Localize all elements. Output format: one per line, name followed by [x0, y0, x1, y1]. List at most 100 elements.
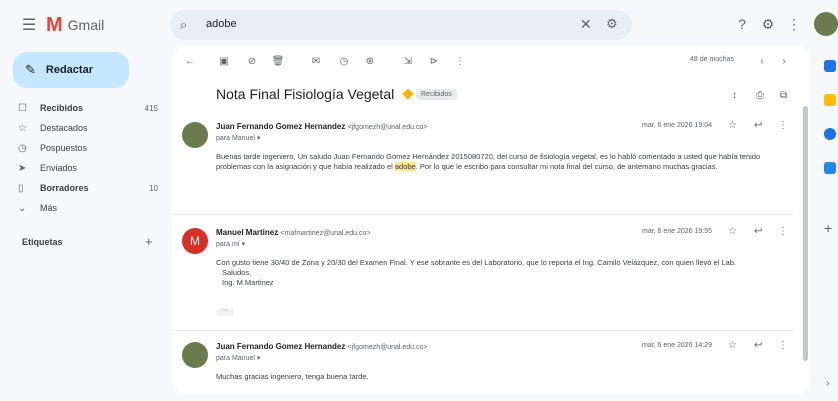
- divider: [172, 330, 794, 331]
- star-icon: ☆: [18, 122, 27, 134]
- search-bar[interactable]: ⌕ adobe ✕ ⚙: [170, 10, 632, 40]
- pencil-icon: ✎: [25, 62, 36, 77]
- compose-label: Redactar: [45, 64, 93, 76]
- clear-search-icon[interactable]: ✕: [580, 16, 592, 33]
- body-text: . Por lo que le escribo para consultar m…: [415, 162, 718, 171]
- inbox-icon: ☐: [18, 102, 27, 114]
- divider: [172, 214, 794, 215]
- body-text: Con gusto tiene 30/40 de Zona y 20/30 de…: [216, 258, 737, 267]
- more-options-icon[interactable]: ⋮: [778, 226, 788, 237]
- draft-icon: ▯: [18, 182, 24, 194]
- star-icon[interactable]: ☆: [728, 340, 737, 351]
- send-icon: ➤: [18, 162, 27, 174]
- sender-avatar[interactable]: [182, 342, 208, 368]
- reply-icon[interactable]: ↩: [754, 226, 762, 237]
- sender-name[interactable]: Juan Fernando Gomez Hernandez: [216, 342, 345, 351]
- search-input[interactable]: adobe: [206, 18, 237, 30]
- message-date: mar, 6 ene 2026 19:55: [642, 228, 713, 235]
- sidebar-item-label: Recibidos: [40, 103, 84, 113]
- clock-icon: ◷: [18, 142, 27, 154]
- sidebar-item-label: Más: [40, 203, 58, 213]
- reply-icon[interactable]: ↩: [754, 120, 762, 131]
- add-task-icon[interactable]: ⊕: [362, 54, 378, 68]
- search-highlight: adobe: [394, 162, 416, 171]
- add-label-icon[interactable]: +: [145, 234, 153, 249]
- keep-icon[interactable]: [824, 94, 836, 106]
- sender-email: <jfgomezh@unal.edu.co>: [347, 344, 428, 351]
- pager-text: 48 de muchas: [690, 56, 734, 63]
- gmail-logo-letter: M: [46, 13, 63, 36]
- search-icon[interactable]: ⌕: [180, 17, 187, 33]
- search-options-icon[interactable]: ⚙: [606, 16, 618, 32]
- chevron-right-icon[interactable]: ›: [776, 54, 792, 68]
- apps-icon[interactable]: ⋮: [784, 14, 804, 34]
- scrollbar[interactable]: [803, 106, 808, 361]
- snooze-icon[interactable]: ◷: [336, 54, 352, 68]
- contacts-icon[interactable]: [824, 162, 836, 174]
- expand-panel-icon[interactable]: ›: [826, 378, 829, 389]
- more-options-icon[interactable]: ⋮: [452, 54, 468, 68]
- sender-avatar[interactable]: [182, 122, 208, 148]
- recipient-line[interactable]: para mí ▾: [216, 240, 245, 248]
- sender-name[interactable]: Manuel Martinez: [216, 228, 278, 237]
- recipient-line[interactable]: para Manuel ▾: [216, 134, 260, 142]
- tasks-icon[interactable]: [824, 128, 836, 140]
- menu-icon[interactable]: ☰: [18, 14, 40, 36]
- body-text: Saludos,: [222, 268, 252, 277]
- sidebar-item-label: Destacados: [40, 123, 88, 133]
- account-avatar[interactable]: [814, 12, 838, 36]
- move-to-icon[interactable]: ⇲: [400, 54, 416, 68]
- back-arrow-icon[interactable]: ←: [182, 54, 198, 68]
- star-icon[interactable]: ☆: [728, 120, 737, 131]
- delete-icon[interactable]: 🗑: [270, 54, 286, 68]
- recipient-line[interactable]: para Manuel ▾: [216, 354, 260, 362]
- report-spam-icon[interactable]: ⊘: [244, 54, 260, 68]
- chevron-left-icon[interactable]: ‹: [754, 54, 770, 68]
- archive-icon[interactable]: ▣: [216, 54, 232, 68]
- more-options-icon[interactable]: ⋮: [778, 120, 788, 131]
- gmail-logo[interactable]: M Gmail: [46, 14, 104, 36]
- thread-panel: ← ▣ ⊘ 🗑 ✉ ◷ ⊕ ⇲ ⊳ ⋮ 48 de muchas ‹ › Not…: [172, 46, 810, 394]
- help-icon[interactable]: ?: [732, 14, 752, 34]
- reply-icon[interactable]: ↩: [754, 340, 762, 351]
- chevron-down-icon: ⌄: [18, 202, 27, 214]
- important-marker-icon[interactable]: [402, 88, 414, 100]
- app-title: Gmail: [67, 17, 105, 33]
- compose-button[interactable]: ✎ Redactar: [13, 52, 129, 88]
- body-text: Ing. M.Martinez: [222, 278, 274, 287]
- print-icon[interactable]: ⎙: [756, 90, 764, 101]
- sender-name[interactable]: Juan Fernando Gomez Hernandez: [216, 122, 345, 131]
- sender-email: <jfgomezh@unal.edu.co>: [347, 124, 428, 131]
- label-chip[interactable]: Recibidos: [416, 89, 457, 100]
- sidebar-item-snoozed[interactable]: ◷ Pospuestos: [18, 139, 158, 157]
- sender-email: <mafmartinez@unal.edu.co>: [280, 230, 371, 237]
- show-trimmed-content-button[interactable]: ···: [216, 307, 234, 316]
- more-options-icon[interactable]: ⋮: [778, 340, 788, 351]
- sidebar-item-drafts[interactable]: ▯ Borradores 10: [18, 179, 158, 197]
- sender-avatar[interactable]: M: [182, 228, 208, 254]
- message-body: Buenas tarde ingeniero, Un saludo Juan F…: [216, 152, 786, 172]
- message-date: mar, 6 ene 2026 19:04: [642, 122, 713, 129]
- sidebar-item-inbox[interactable]: ☐ Recibidos 415: [18, 99, 158, 117]
- message-body: Con gusto tiene 30/40 de Zona y 20/30 de…: [216, 258, 786, 288]
- open-new-window-icon[interactable]: ⧉: [780, 90, 787, 101]
- sidebar-item-label: Enviados: [40, 163, 78, 173]
- label-icon[interactable]: ⊳: [426, 54, 442, 68]
- sidebar-item-more[interactable]: ⌄ Más: [18, 199, 158, 217]
- sidebar-item-count: 10: [149, 183, 158, 193]
- collapse-icon[interactable]: ↕: [732, 90, 737, 101]
- labels-heading: Etiquetas: [22, 237, 63, 247]
- thread-toolbar: ← ▣ ⊘ 🗑 ✉ ◷ ⊕ ⇲ ⊳ ⋮ 48 de muchas ‹ ›: [172, 46, 810, 76]
- add-app-icon[interactable]: +: [824, 220, 832, 236]
- mark-unread-icon[interactable]: ✉: [308, 54, 324, 68]
- settings-icon[interactable]: ⚙: [758, 14, 778, 34]
- sidebar-item-sent[interactable]: ➤ Enviados: [18, 159, 158, 177]
- top-bar: ☰ M Gmail ⌕ adobe ✕ ⚙ ? ⚙ ⋮: [0, 0, 838, 50]
- calendar-icon[interactable]: [824, 60, 836, 72]
- sender-line: Juan Fernando Gomez Hernandez <jfgomezh@…: [216, 342, 427, 351]
- message-body: Muchas gracias ingeniero, tenga buena ta…: [216, 372, 369, 381]
- star-icon[interactable]: ☆: [728, 226, 737, 237]
- sidebar-item-starred[interactable]: ☆ Destacados: [18, 119, 158, 137]
- message-date: mar, 6 ene 2026 14:29: [642, 342, 713, 349]
- thread-subject: Nota Final Fisiología Vegetal: [216, 86, 395, 102]
